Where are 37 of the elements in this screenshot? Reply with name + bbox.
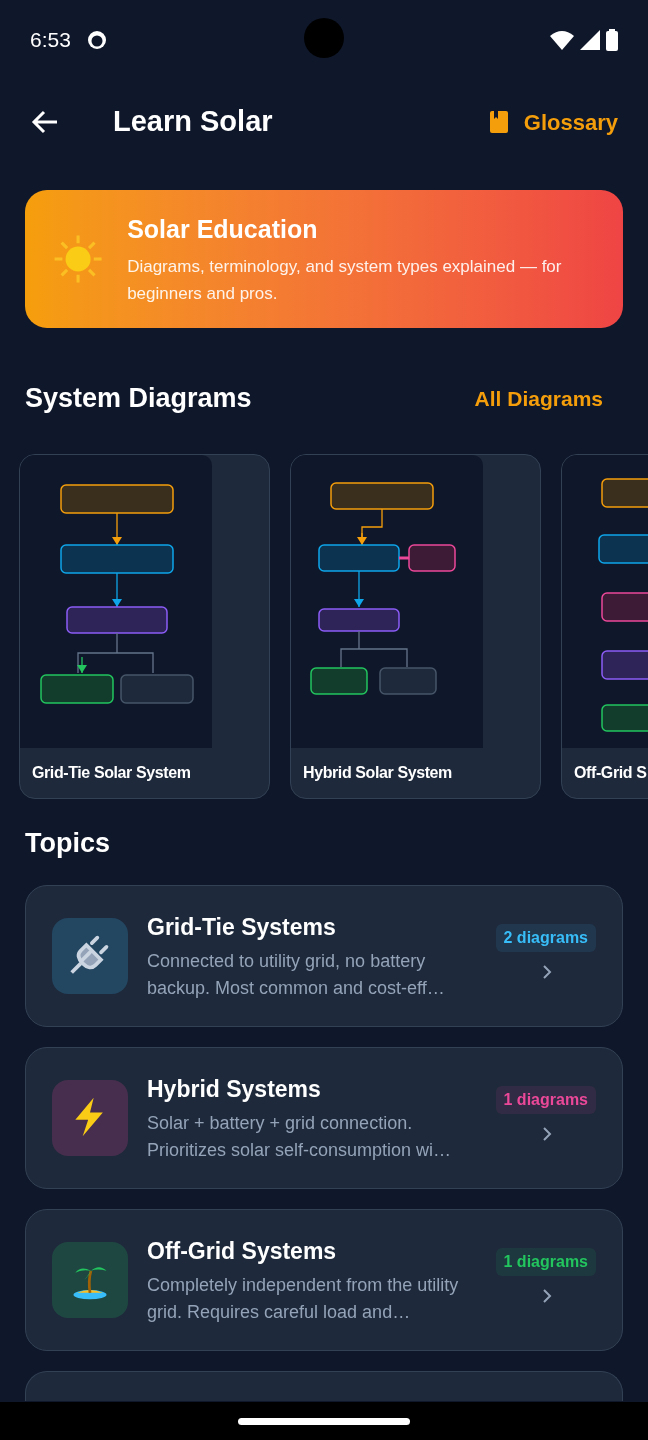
topic-title: Hybrid Systems	[147, 1074, 322, 1104]
topic-description: Solar + battery + grid connection. Prioritizes solar self-consumption wi…	[147, 1112, 453, 1163]
diagram-count-badge: 2 diagrams	[495, 924, 596, 952]
diagram-card[interactable]: Off-Grid S	[561, 453, 648, 799]
topic-description: Connected to utility grid, no battery backup. Most common and cost-eff…	[147, 950, 446, 1001]
diagram-card[interactable]: Grid-Tie Solar System	[19, 453, 270, 799]
diagram-title: Off-Grid S	[574, 762, 648, 783]
topic-card[interactable]: Off-Grid Systems Completely independent from the utility grid. Requires careful load and… 1 diagrams	[25, 1209, 623, 1351]
chevron-right-icon	[542, 964, 552, 980]
home-indicator[interactable]	[238, 1417, 410, 1425]
battery-icon	[606, 29, 618, 51]
section-title: Topics	[25, 826, 111, 860]
topic-description: Completely independent from the utility grid. Requires careful load and…	[147, 1274, 460, 1325]
topic-card[interactable]: Grid-Tie Systems Connected to utility grid, no battery backup. Most common and cost-eff… 2 diagrams	[25, 885, 623, 1027]
book-icon	[489, 111, 508, 133]
topic-card[interactable]: Hybrid Systems Solar + battery + grid connection. Prioritizes solar self-consumption wi… 1 diagrams	[25, 1047, 623, 1189]
diagram-card[interactable]: Hybrid Solar System	[290, 453, 541, 799]
signal-icon	[580, 30, 600, 50]
wifi-icon	[550, 30, 574, 50]
section-title: System Diagrams	[25, 382, 252, 415]
topic-title: Grid-Tie Systems	[147, 912, 337, 942]
page-title: Learn Solar	[113, 104, 273, 140]
chevron-right-icon	[542, 1288, 552, 1304]
diagram-title: Grid-Tie Solar System	[32, 762, 192, 783]
all-diagrams-link[interactable]: All Diagrams	[474, 382, 603, 414]
diagram-count-badge: 1 diagrams	[495, 1248, 596, 1276]
topic-title: Off-Grid Systems	[147, 1236, 338, 1266]
diagram-title: Hybrid Solar System	[303, 762, 453, 783]
status-time: 6:53	[30, 27, 71, 54]
chevron-right-icon	[542, 1126, 552, 1142]
hero-subtitle: Diagrams, terminology, and system types explained — for beginners and pros.	[127, 255, 563, 305]
diagram-count-badge: 1 diagrams	[495, 1086, 596, 1114]
notification-icon	[86, 30, 107, 50]
back-arrow-icon	[31, 110, 59, 134]
glossary-button[interactable]: Glossary	[489, 105, 618, 139]
hero-title: Solar Education	[127, 214, 319, 246]
camera-cutout	[304, 18, 344, 58]
